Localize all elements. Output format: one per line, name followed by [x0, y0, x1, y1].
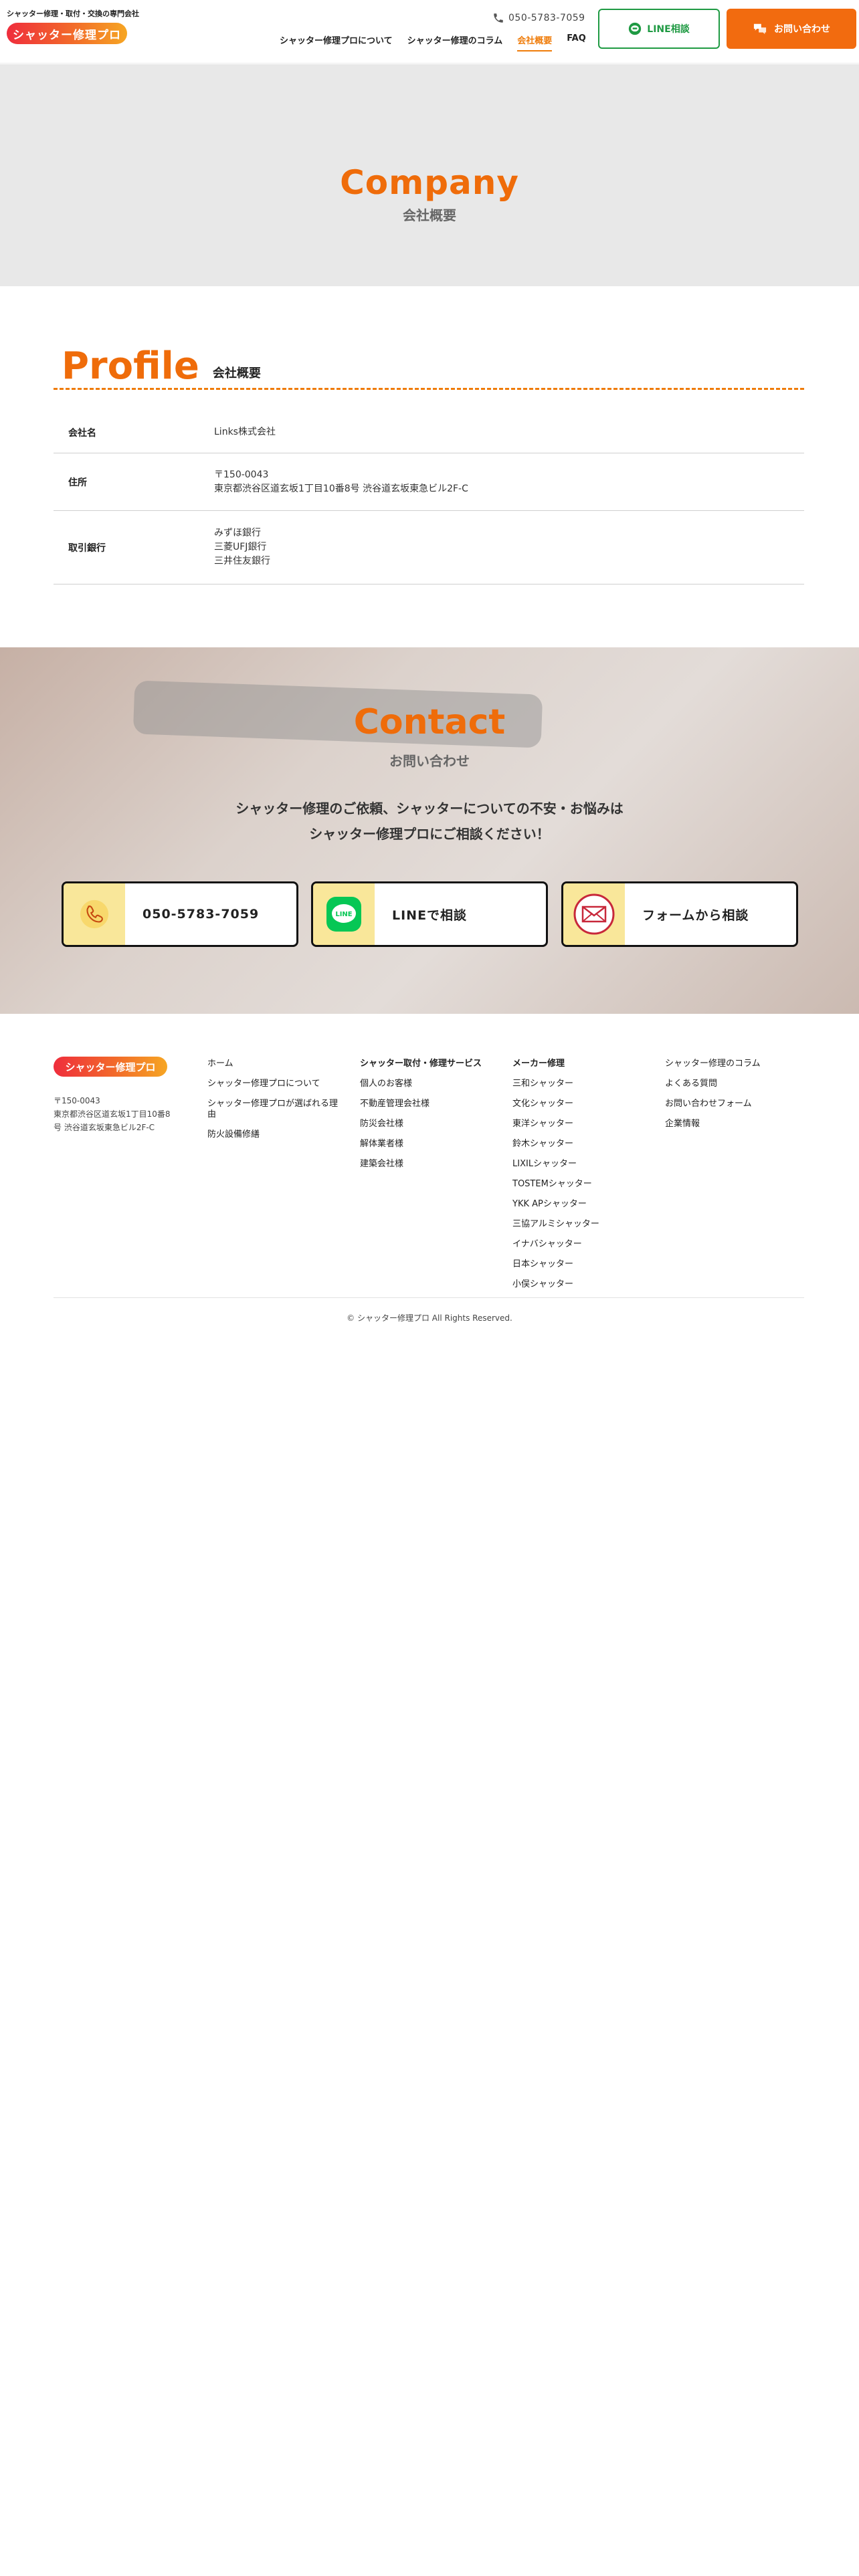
nav-faq[interactable]: FAQ — [567, 33, 586, 51]
footer-col-services: シャッター取付・修理サービス 個人のお客様 不動産管理会社様 防災会社様 解体業… — [360, 1054, 482, 1174]
table-row: 住所 〒150-0043 東京都渋谷区道玄坂1丁目10番8号 渋谷道玄坂東急ビル… — [54, 453, 804, 511]
line-contact-label: LINEで相談 — [392, 907, 468, 923]
line-icon — [629, 22, 642, 35]
svg-text:LINE: LINE — [335, 911, 352, 918]
footer-logo[interactable]: シャッター修理プロ — [54, 1057, 167, 1077]
footer-link[interactable]: シャッター修理プロが選ばれる理由 — [207, 1094, 341, 1125]
footer-col-info: シャッター修理のコラム よくある質問 お問い合わせフォーム 企業情報 — [665, 1054, 761, 1134]
copyright: © シャッター修理プロ All Rights Reserved. — [347, 1313, 512, 1323]
footer-link[interactable]: 防火設備修繕 — [207, 1125, 341, 1145]
footer-link[interactable]: 防災会社様 — [360, 1114, 482, 1134]
contact-message-line: シャッター修理のご依頼、シャッターについての不安・お悩みは — [235, 800, 624, 817]
table-row: 会社名 Links株式会社 — [54, 412, 804, 453]
footer-link[interactable]: LIXILシャッター — [512, 1154, 599, 1174]
footer-link[interactable]: シャッター修理のコラム — [665, 1054, 761, 1074]
page-hero: Company 会社概要 — [0, 64, 859, 286]
bank-name: 三井住友銀行 — [214, 556, 270, 566]
footer-street: 東京都渋谷区道玄坂1丁目10番8号 渋谷道玄坂東急ビル2F-C — [54, 1109, 171, 1132]
footer-link[interactable]: 三和シャッター — [512, 1074, 599, 1094]
site-logo[interactable]: シャッター修理プロ — [7, 23, 127, 44]
main-nav: シャッター修理プロについて シャッター修理のコラム 会社概要 FAQ — [280, 33, 586, 51]
bank-name: みずほ銀行 — [214, 528, 261, 538]
contact-subtitle: お問い合わせ — [389, 753, 470, 769]
footer-link[interactable]: お問い合わせフォーム — [665, 1094, 761, 1114]
postal-code: 〒150-0043 — [214, 469, 269, 480]
footer-link[interactable]: 東洋シャッター — [512, 1114, 599, 1134]
nav-company[interactable]: 会社概要 — [517, 33, 553, 51]
phone-icon — [494, 13, 503, 23]
row-value: 〒150-0043 東京都渋谷区道玄坂1丁目10番8号 渋谷道玄坂東急ビル2F-… — [214, 468, 468, 496]
footer-link[interactable]: 鈴木シャッター — [512, 1134, 599, 1154]
footer-postal-code: 〒150-0043 — [54, 1096, 100, 1105]
bank-name: 三菱UFJ銀行 — [214, 542, 267, 552]
header-contact-button[interactable]: お問い合わせ — [727, 9, 856, 49]
footer-link[interactable]: 小俣シャッター — [512, 1275, 599, 1295]
row-key: 住所 — [68, 477, 87, 488]
footer-divider — [54, 1297, 804, 1298]
contact-title: Contact — [353, 702, 506, 742]
phone-contact-label: 050-5783-7059 — [142, 907, 260, 922]
table-row: 取引銀行 みずほ銀行 三菱UFJ銀行 三井住友銀行 — [54, 511, 804, 584]
form-contact-button[interactable]: フォームから相談 — [561, 881, 798, 947]
footer-col-makers: メーカー修理 三和シャッター 文化シャッター 東洋シャッター 鈴木シャッター L… — [512, 1054, 599, 1295]
footer-link[interactable]: 個人のお客様 — [360, 1074, 482, 1094]
site-footer: シャッター修理プロ 〒150-0043 東京都渋谷区道玄坂1丁目10番8号 渋谷… — [0, 1014, 859, 1328]
header-phone-number: 050-5783-7059 — [508, 13, 585, 23]
footer-link[interactable]: シャッター修理プロについて — [207, 1074, 341, 1094]
phone-icon-box — [64, 883, 125, 945]
address: 東京都渋谷区道玄坂1丁目10番8号 渋谷道玄坂東急ビル2F-C — [214, 483, 468, 494]
footer-link[interactable]: YKK APシャッター — [512, 1194, 599, 1214]
profile-heading: Profile 会社概要 — [54, 348, 804, 390]
company-table: 会社名 Links株式会社 住所 〒150-0043 東京都渋谷区道玄坂1丁目1… — [54, 412, 804, 584]
footer-link[interactable]: 日本シャッター — [512, 1255, 599, 1275]
line-icon: LINE — [326, 897, 361, 932]
profile-section: Profile 会社概要 会社名 Links株式会社 住所 〒150-0043 … — [0, 286, 859, 647]
footer-link[interactable]: 解体業者様 — [360, 1134, 482, 1154]
line-contact-button[interactable]: LINE LINEで相談 — [311, 881, 548, 947]
contact-section: Contact お問い合わせ シャッター修理のご依頼、シャッターについての不安・… — [0, 647, 859, 1014]
footer-link[interactable]: TOSTEMシャッター — [512, 1174, 599, 1194]
footer-address: 〒150-0043 東京都渋谷区道玄坂1丁目10番8号 渋谷道玄坂東急ビル2F-… — [54, 1094, 174, 1134]
row-value: Links株式会社 — [214, 425, 276, 439]
footer-link[interactable]: 企業情報 — [665, 1114, 761, 1134]
footer-heading: シャッター取付・修理サービス — [360, 1059, 482, 1069]
profile-title: Profile — [62, 344, 199, 388]
company-name: Links株式会社 — [214, 427, 276, 437]
brand-tagline: シャッター修理・取付・交換の専門会社 — [7, 9, 139, 18]
footer-link[interactable]: ホーム — [207, 1054, 341, 1074]
page-title: Company — [340, 163, 519, 202]
page-subtitle: 会社概要 — [403, 207, 456, 223]
footer-heading: メーカー修理 — [512, 1059, 565, 1069]
footer-link[interactable]: よくある質問 — [665, 1074, 761, 1094]
footer-link[interactable]: イナバシャッター — [512, 1235, 599, 1255]
header-phone[interactable]: 050-5783-7059 — [492, 12, 585, 24]
footer-link[interactable]: 文化シャッター — [512, 1094, 599, 1114]
row-key: 取引銀行 — [68, 542, 106, 554]
chat-icon — [753, 23, 767, 35]
line-icon-box: LINE — [313, 883, 375, 945]
nav-column[interactable]: シャッター修理のコラム — [407, 33, 503, 51]
phone-icon — [80, 899, 109, 929]
header-line-label: LINE相談 — [647, 24, 690, 35]
phone-contact-button[interactable]: 050-5783-7059 — [62, 881, 298, 947]
footer-link[interactable]: 建築会社様 — [360, 1154, 482, 1174]
footer-link[interactable]: 三協アルミシャッター — [512, 1214, 599, 1235]
footer-col-main: ホーム シャッター修理プロについて シャッター修理プロが選ばれる理由 防火設備修… — [207, 1054, 341, 1145]
profile-subtitle: 会社概要 — [212, 366, 261, 381]
row-key: 会社名 — [68, 427, 96, 439]
header-contact-label: お問い合わせ — [774, 24, 830, 35]
header-line-button[interactable]: LINE相談 — [598, 9, 720, 49]
row-value: みずほ銀行 三菱UFJ銀行 三井住友銀行 — [214, 526, 270, 568]
contact-message-line: シャッター修理プロにご相談ください！ — [309, 826, 550, 842]
mail-icon-box — [563, 883, 625, 945]
mail-icon — [573, 893, 615, 935]
form-contact-label: フォームから相談 — [642, 907, 749, 923]
site-header: シャッター修理・取付・交換の専門会社 シャッター修理プロ 050-5783-70… — [0, 0, 859, 64]
contact-message: シャッター修理のご依頼、シャッターについての不安・お悩みは シャッター修理プロに… — [0, 796, 859, 847]
nav-about[interactable]: シャッター修理プロについて — [280, 33, 393, 51]
footer-link[interactable]: 不動産管理会社様 — [360, 1094, 482, 1114]
